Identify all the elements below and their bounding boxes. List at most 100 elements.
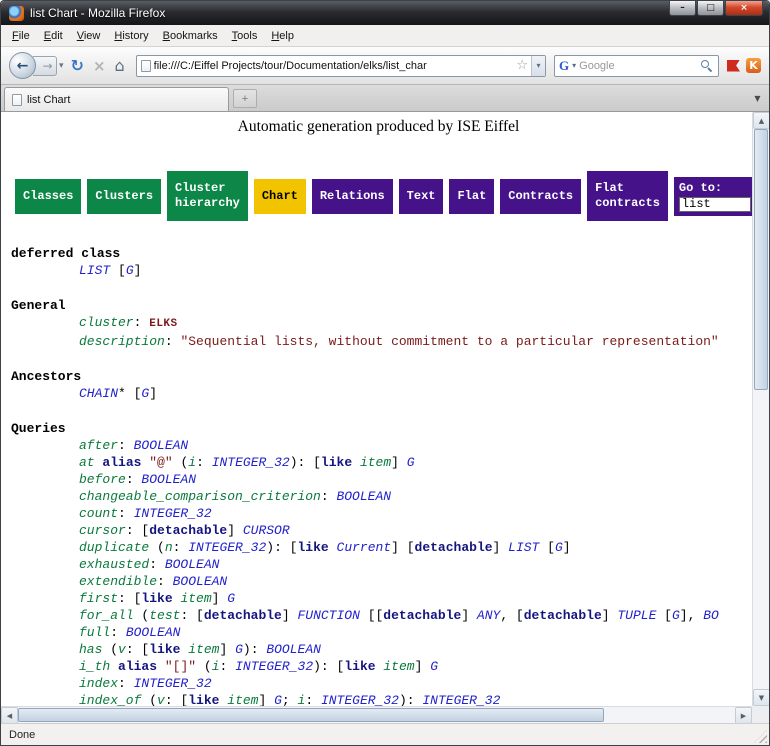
class-link[interactable]: G (126, 263, 134, 278)
vertical-scrollbar[interactable]: ▲ ▼ (752, 112, 769, 706)
scroll-left-button[interactable]: ◀ (1, 707, 18, 724)
search-magnifier-icon[interactable] (700, 59, 714, 73)
class-link[interactable]: G (407, 455, 415, 470)
class-link[interactable]: BOOLEAN (141, 472, 196, 487)
code-text: ELKS (149, 318, 177, 330)
code-text: ] (493, 540, 509, 555)
home-button[interactable]: ⌂ (112, 56, 128, 75)
url-dropdown-button[interactable]: ▾ (531, 56, 545, 76)
class-link[interactable]: INTEGER_32 (134, 676, 212, 691)
class-link[interactable]: G (235, 642, 243, 657)
vertical-scroll-thumb[interactable] (754, 129, 768, 390)
nav-button-contracts[interactable]: Contracts (500, 179, 581, 214)
menu-item-bookmarks[interactable]: Bookmarks (156, 27, 225, 45)
code-text: ] (602, 608, 618, 623)
class-link[interactable]: G (672, 608, 680, 623)
goto-input[interactable] (679, 197, 751, 212)
class-link[interactable]: INTEGER_32 (188, 540, 266, 555)
class-link[interactable]: BO (703, 608, 719, 623)
code-text (110, 659, 118, 674)
class-link[interactable]: INTEGER_32 (422, 693, 500, 706)
class-link[interactable]: FUNCTION (297, 608, 359, 623)
class-link[interactable]: LIST (79, 263, 110, 278)
code-text: [ (539, 540, 555, 555)
class-link[interactable]: BOOLEAN (165, 557, 220, 572)
google-logo-icon[interactable]: G (559, 58, 569, 74)
search-input[interactable] (579, 60, 697, 72)
code-text: ; (282, 693, 298, 706)
code-line: for_all (test: [detachable] FUNCTION [[d… (11, 607, 752, 624)
code-text: ( (173, 455, 189, 470)
code-text: ] (134, 263, 142, 278)
titlebar[interactable]: list Chart - Mozilla Firefox – □ × (1, 1, 769, 25)
class-link[interactable]: BOOLEAN (336, 489, 391, 504)
bookmark-star-icon[interactable]: ☆ (516, 58, 528, 73)
code-text: : [ (118, 591, 141, 606)
code-text: ( (102, 642, 118, 657)
menu-item-help[interactable]: Help (264, 27, 301, 45)
search-engine-dropdown-icon[interactable]: ▾ (572, 61, 576, 70)
class-link[interactable]: BOOLEAN (134, 438, 189, 453)
menu-item-view[interactable]: View (70, 27, 108, 45)
class-link[interactable]: BOOLEAN (266, 642, 321, 657)
class-link[interactable]: INTEGER_32 (321, 693, 399, 706)
code-text: : (118, 438, 134, 453)
class-link[interactable]: BOOLEAN (173, 574, 228, 589)
menu-item-file[interactable]: File (5, 27, 37, 45)
code-text: at (79, 455, 95, 470)
nav-button-flat[interactable]: Flat (449, 179, 494, 214)
new-tab-button[interactable]: + (233, 89, 257, 108)
code-text: , [ (500, 608, 523, 623)
history-dropdown-icon[interactable]: ▾ (59, 61, 64, 71)
maximize-button[interactable]: □ (697, 1, 724, 16)
code-text: test (149, 608, 180, 623)
close-button[interactable]: × (725, 1, 763, 16)
scroll-down-button[interactable]: ▼ (753, 689, 770, 706)
stop-button[interactable]: × (91, 57, 108, 75)
tab-list-chart[interactable]: list Chart (4, 87, 229, 111)
resize-grip[interactable] (754, 730, 767, 743)
class-link[interactable]: INTEGER_32 (134, 506, 212, 521)
nav-button-clusters[interactable]: Clusters (87, 179, 161, 214)
url-input[interactable] (154, 60, 514, 72)
nav-button-classes[interactable]: Classes (15, 179, 81, 214)
search-box[interactable]: G ▾ (554, 55, 719, 77)
class-link[interactable]: G (555, 540, 563, 555)
nav-button-chart[interactable]: Chart (254, 179, 306, 214)
class-link[interactable]: INTEGER_32 (235, 659, 313, 674)
horizontal-scrollbar[interactable]: ◀ ▶ (1, 706, 752, 723)
code-line: before: BOOLEAN (11, 471, 752, 488)
menu-item-tools[interactable]: Tools (225, 27, 265, 45)
scroll-up-button[interactable]: ▲ (753, 112, 770, 129)
minimize-button[interactable]: – (669, 1, 696, 16)
menu-item-history[interactable]: History (107, 27, 155, 45)
class-link[interactable]: ANY (477, 608, 500, 623)
menu-item-edit[interactable]: Edit (37, 27, 70, 45)
list-all-tabs-button[interactable]: ▼ (749, 89, 766, 108)
class-link[interactable]: INTEGER_32 (212, 455, 290, 470)
class-link[interactable]: Current (337, 540, 392, 555)
class-link[interactable]: G (227, 591, 235, 606)
nav-button-relations[interactable]: Relations (312, 179, 393, 214)
code-text: changeable_comparison_criterion (79, 489, 321, 504)
class-link[interactable]: TUPLE (617, 608, 656, 623)
scroll-right-button[interactable]: ▶ (735, 707, 752, 724)
class-link[interactable]: CHAIN (79, 386, 118, 401)
code-text: : (173, 540, 189, 555)
class-link[interactable]: G (274, 693, 282, 706)
class-link[interactable]: G (430, 659, 438, 674)
reload-button[interactable]: ↻ (68, 56, 87, 75)
class-link[interactable]: CURSOR (243, 523, 290, 538)
magnifier-handle (707, 67, 712, 72)
class-link[interactable]: BOOLEAN (126, 625, 181, 640)
forward-button[interactable]: → (33, 56, 57, 76)
nav-button-cluster-hierarchy[interactable]: Cluster hierarchy (167, 171, 248, 221)
back-button[interactable]: ← (9, 52, 36, 79)
nav-button-flat-contracts[interactable]: Flat contracts (587, 171, 668, 221)
horizontal-scroll-thumb[interactable] (18, 708, 604, 722)
nav-button-text[interactable]: Text (399, 179, 444, 214)
addon-flag-icon[interactable] (727, 60, 740, 72)
addon-k-icon[interactable]: K (746, 58, 761, 73)
class-link[interactable]: LIST (508, 540, 539, 555)
url-bar[interactable]: ☆ ▾ (136, 55, 546, 77)
